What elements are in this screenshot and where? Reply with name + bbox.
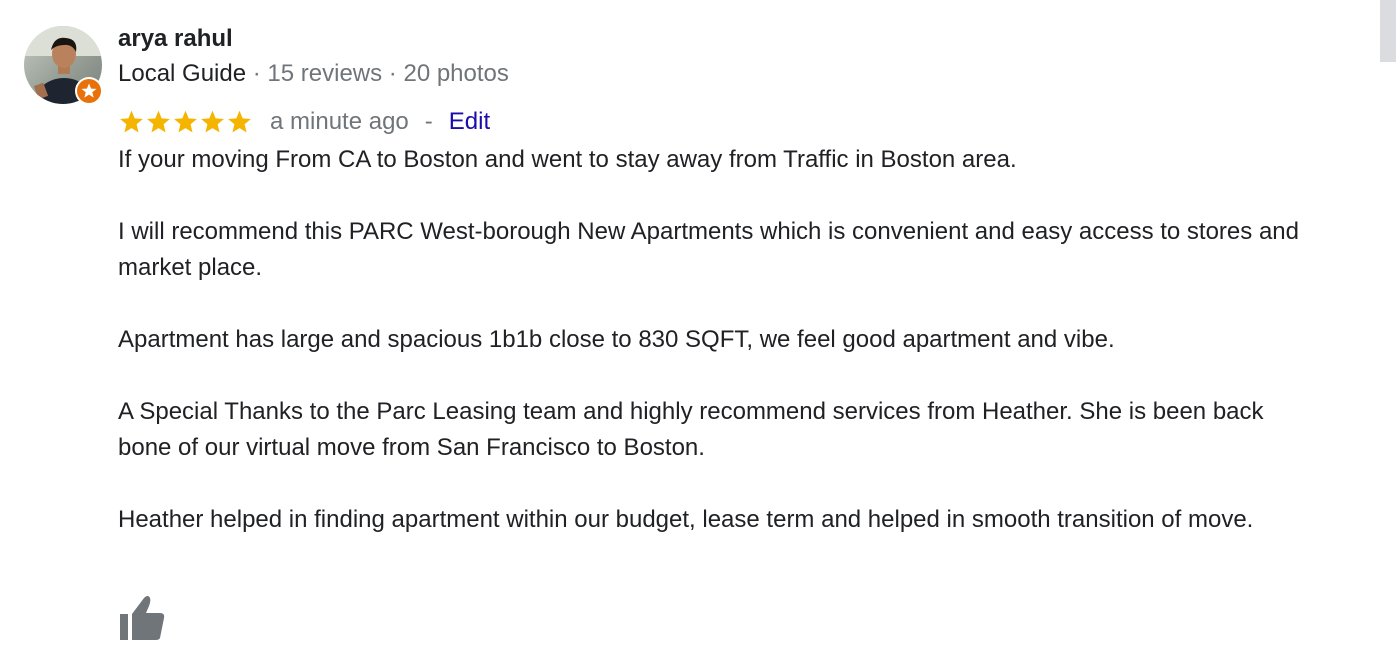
meta-separator: · [382,60,404,87]
star-icon [120,110,143,133]
edit-review-link[interactable]: Edit [449,105,490,139]
review-header: arya rahul Local Guide · 15 reviews · 20… [118,24,509,91]
meta-separator: · [246,60,268,87]
author-avatar[interactable] [24,26,103,105]
local-guide-badge-icon [75,77,103,105]
star-icon [201,110,224,133]
author-name-link[interactable]: arya rahul [118,24,509,54]
local-guide-label[interactable]: Local Guide [118,60,246,87]
author-meta: Local Guide · 15 reviews · 20 photos [118,57,509,91]
review-paragraph: I will recommend this PARC West-borough … [118,218,1306,281]
scrollbar[interactable] [1376,0,1398,640]
star-icon [147,110,170,133]
scrollbar-thumb[interactable] [1380,0,1396,62]
star-icon [228,110,251,133]
review-paragraph: A Special Thanks to the Parc Leasing tea… [118,398,1271,461]
review-paragraph: If your moving From CA to Boston and wen… [118,146,1017,173]
reviews-count[interactable]: 15 reviews [267,60,382,87]
review-time: a minute ago [270,108,409,135]
review-paragraph: Apartment has large and spacious 1b1b cl… [118,326,1115,353]
star-rating [118,109,253,135]
review-text: If your moving From CA to Boston and wen… [118,142,1318,538]
rating-separator: - [424,108,433,135]
review-paragraph: Heather helped in finding apartment with… [118,506,1254,533]
star-icon [174,110,197,133]
thumbs-up-icon [120,596,165,640]
rating-row: a minute ago - Edit [118,104,490,140]
like-button[interactable] [118,594,166,640]
photos-count[interactable]: 20 photos [403,60,508,87]
